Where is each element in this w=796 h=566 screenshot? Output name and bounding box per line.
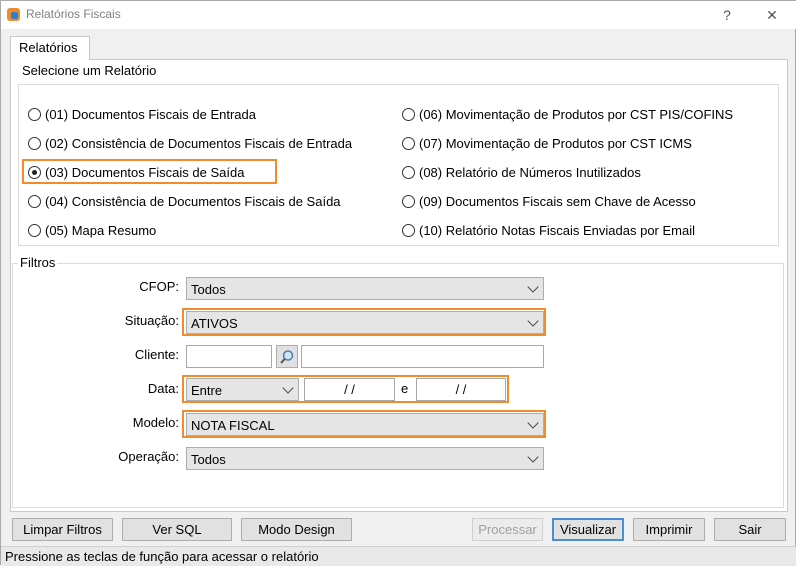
cliente-search-button[interactable] (276, 345, 298, 368)
tab-relatorios[interactable]: Relatórios (10, 36, 90, 60)
radio-option-04[interactable]: (04) Consistência de Documentos Fiscais … (28, 192, 341, 210)
highlight-box (182, 308, 546, 336)
cliente-name-input[interactable] (301, 345, 544, 368)
status-bar: Pressione as teclas de função para acess… (1, 546, 796, 566)
radio-option-05[interactable]: (05) Mapa Resumo (28, 221, 156, 239)
preview-button[interactable]: Visualizar (552, 518, 624, 541)
radio-icon[interactable] (402, 194, 415, 208)
radio-icon[interactable] (28, 194, 41, 208)
cliente-code-input[interactable] (186, 345, 272, 368)
chevron-down-icon (527, 281, 539, 293)
radio-option-09[interactable]: (09) Documentos Fiscais sem Chave de Ace… (402, 192, 696, 210)
radio-option-07[interactable]: (07) Movimentação de Produtos por CST IC… (402, 134, 692, 152)
status-text: Pressione as teclas de função para acess… (5, 549, 319, 564)
title-bar: Relatórios Fiscais ? ✕ (1, 1, 796, 29)
radio-icon[interactable] (402, 107, 415, 121)
highlight-box (22, 159, 277, 184)
radio-icon[interactable] (28, 107, 41, 121)
highlight-box (182, 410, 546, 438)
design-mode-button[interactable]: Modo Design (241, 518, 352, 541)
help-button[interactable]: ? (717, 5, 737, 25)
exit-button[interactable]: Sair (714, 518, 786, 541)
modelo-label: Modelo: (132, 415, 179, 430)
data-label: Data: (147, 381, 179, 396)
operacao-select[interactable]: Todos (186, 447, 544, 470)
report-window: Relatórios Fiscais ? ✕ Relatórios Seleci… (0, 0, 796, 566)
clear-filters-button[interactable]: Limpar Filtros (12, 518, 113, 541)
radio-icon[interactable] (402, 223, 415, 237)
print-button[interactable]: Imprimir (633, 518, 705, 541)
chevron-down-icon (527, 451, 539, 463)
radio-option-10[interactable]: (10) Relatório Notas Fiscais Enviadas po… (402, 221, 695, 239)
app-logo-icon (7, 8, 20, 21)
situacao-label: Situação: (124, 313, 179, 328)
radio-option-08[interactable]: (08) Relatório de Números Inutilizados (402, 163, 641, 181)
radio-icon[interactable] (402, 136, 415, 150)
cfop-label: CFOP: (139, 279, 179, 294)
radio-option-01[interactable]: (01) Documentos Fiscais de Entrada (28, 105, 256, 123)
filters-title: Filtros (18, 255, 58, 270)
operacao-label: Operação: (118, 449, 179, 464)
close-button[interactable]: ✕ (762, 5, 782, 25)
highlight-box (182, 375, 509, 403)
cliente-label: Cliente: (134, 347, 179, 362)
search-icon (280, 350, 294, 364)
radio-option-06[interactable]: (06) Movimentação de Produtos por CST PI… (402, 105, 733, 123)
cfop-select[interactable]: Todos (186, 277, 544, 300)
radio-option-02[interactable]: (02) Consistência de Documentos Fiscais … (28, 134, 352, 152)
radio-icon[interactable] (28, 136, 41, 150)
window-title: Relatórios Fiscais (26, 7, 121, 21)
process-button[interactable]: Processar (472, 518, 543, 541)
view-sql-button[interactable]: Ver SQL (122, 518, 232, 541)
report-select-title: Selecione um Relatório (20, 63, 159, 78)
radio-icon[interactable] (28, 223, 41, 237)
radio-icon[interactable] (402, 165, 415, 179)
